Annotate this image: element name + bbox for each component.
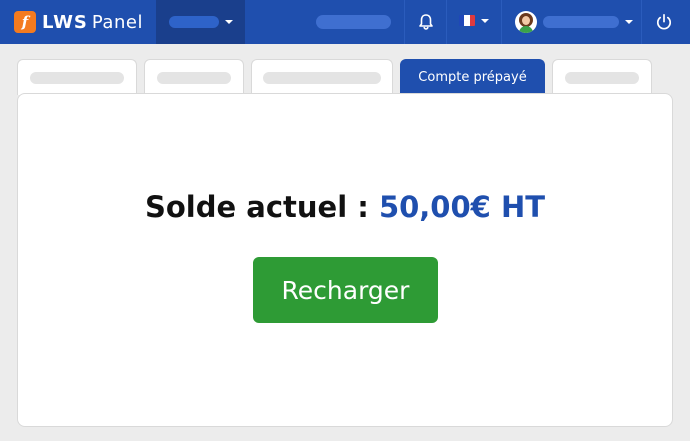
balance-amount: 50,00€ HT [378,190,545,224]
nav-divider [641,0,642,44]
logo-product: Panel [91,11,143,33]
tab-compte-prepaye[interactable]: Compte prépayé [400,59,545,95]
tab-placeholder-5[interactable] [552,59,652,95]
logo-glyph: f [21,13,29,31]
power-icon[interactable] [655,13,673,31]
account-name-placeholder [168,16,219,28]
bell-icon[interactable] [417,13,435,31]
tab-label-placeholder [157,71,231,84]
tab-label-placeholder [263,71,381,84]
current-balance: Solde actuel : 50,00€ HT [0,190,690,224]
language-selector[interactable] [459,15,489,26]
tab-placeholder-2[interactable] [144,59,244,95]
logo-brand: LWS [42,11,88,33]
tab-label-placeholder [565,71,639,84]
nav-divider [446,0,447,44]
tab-placeholder-1[interactable] [17,59,137,95]
nav-divider [501,0,502,44]
account-switcher-dropdown[interactable] [156,0,245,44]
top-navbar: f LWS Panel [0,0,690,44]
recharge-button[interactable]: Recharger [253,257,438,323]
chevron-down-icon [625,20,633,24]
lws-panel-logo[interactable]: f LWS Panel [14,10,143,34]
lws-logo-icon: f [14,11,36,33]
tab-label: Compte prépayé [418,70,527,85]
tab-placeholder-3[interactable] [251,59,393,95]
balance-label: Solde actuel : [144,190,369,224]
nav-placeholder-pill[interactable] [316,15,391,29]
user-avatar-icon [515,11,537,33]
chevron-down-icon [224,20,233,24]
logo-text: LWS Panel [42,12,143,33]
nav-divider [404,0,405,44]
user-name-placeholder [543,16,619,28]
french-flag-icon [459,15,475,26]
tab-label-placeholder [30,71,124,84]
chevron-down-icon [481,18,489,23]
user-menu[interactable] [515,11,633,33]
